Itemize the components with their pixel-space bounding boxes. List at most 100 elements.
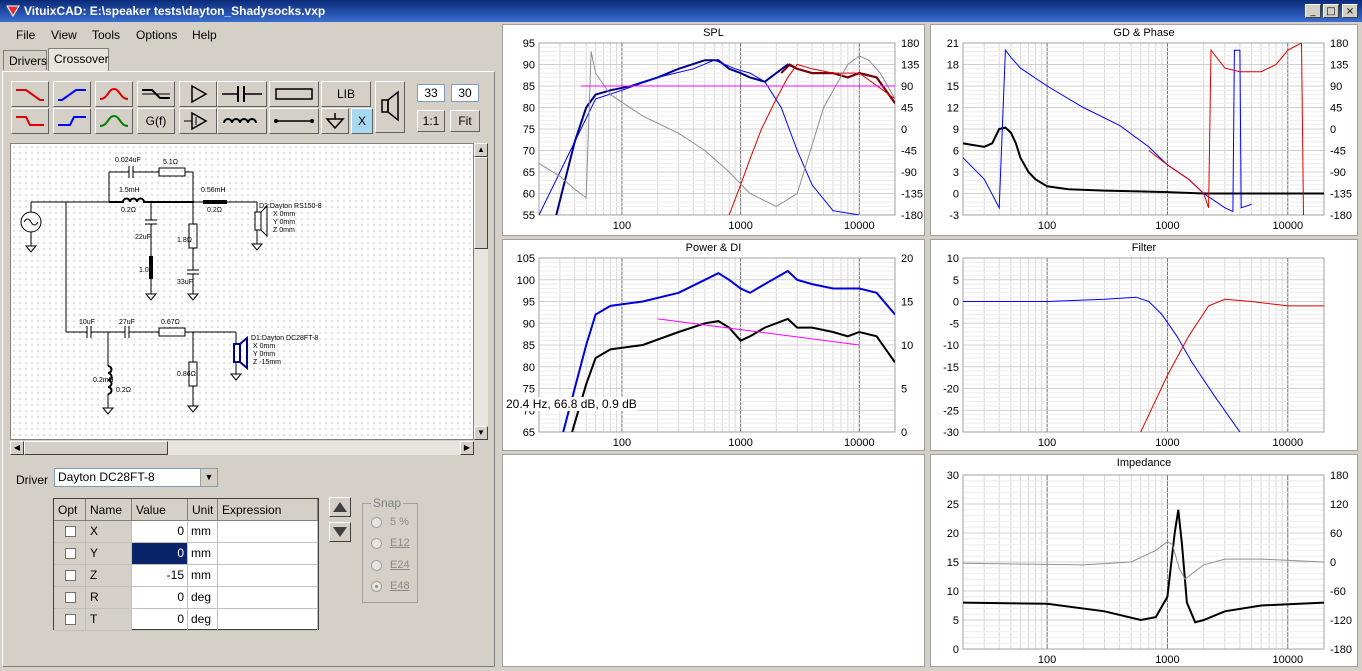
driver-button[interactable]	[375, 81, 405, 133]
row-opt-cell[interactable]	[54, 565, 86, 587]
filter-graph[interactable]: Filter 10 5 0 -5 -10 -15 -20 -25 -30 100 1000 10000	[930, 239, 1358, 451]
shelf-button[interactable]	[137, 81, 175, 107]
spl-graph[interactable]: SPL 95 90 85 80 75 70 65 60 55 180 135 90 45 0 -45 -90-…	[502, 24, 925, 236]
row-value-cell[interactable]: 0	[132, 587, 188, 609]
row-unit-cell[interactable]: mm	[188, 543, 218, 565]
y-tick-label: 18	[947, 60, 959, 72]
schematic-canvas[interactable]: 0.024uF 5.1Ω 1.5mH 0.2Ω 0.56mH 0.2Ω 22uF…	[10, 143, 474, 440]
opt-checkbox[interactable]	[65, 592, 76, 603]
y-tick-label: 15	[947, 81, 959, 93]
close-button[interactable]: ×	[1342, 4, 1358, 18]
row-value-cell[interactable]: 0	[132, 543, 188, 565]
schematic-vscrollbar[interactable]: ▲ ▼	[474, 143, 488, 440]
row-opt-cell[interactable]	[54, 609, 86, 631]
y-tick-label: 75	[523, 384, 535, 396]
scroll-right-icon[interactable]: ▶	[460, 441, 474, 455]
zoom-1to1-button[interactable]: 1:1	[417, 110, 445, 132]
row-value-cell[interactable]: 0	[132, 521, 188, 543]
minimize-button[interactable]: _	[1305, 4, 1321, 18]
snap-5pct-radio[interactable]	[371, 517, 382, 528]
library-button[interactable]: LIB	[321, 81, 371, 107]
zoom-fit-button[interactable]: Fit	[450, 110, 480, 132]
move-up-button[interactable]	[329, 497, 351, 517]
driver-select[interactable]: Dayton DC28FT-8 ▼	[54, 468, 218, 487]
transfer-function-button[interactable]: G(f)	[137, 108, 175, 134]
row-expression-cell[interactable]	[218, 587, 318, 609]
row-name-cell[interactable]: Z	[86, 565, 132, 587]
row-name-cell[interactable]: R	[86, 587, 132, 609]
row-unit-cell[interactable]: deg	[188, 609, 218, 631]
inductor-button[interactable]	[217, 108, 267, 134]
row-name-cell[interactable]: Y	[86, 543, 132, 565]
power-di-graph[interactable]: Power & DI 105 100 95 90 85 80 75 70 65 20 15 10 5 0 1…	[502, 239, 925, 451]
delete-button[interactable]: X	[351, 108, 373, 134]
x-tick-label: 10000	[844, 220, 875, 232]
row-name-cell[interactable]: X	[86, 521, 132, 543]
row-opt-cell[interactable]	[54, 587, 86, 609]
menu-options[interactable]: Options	[136, 28, 177, 42]
y2-tick-label: 20	[901, 253, 913, 265]
highpass-1st-icon	[58, 89, 86, 101]
row-expression-cell[interactable]	[218, 609, 318, 631]
amplifier-button[interactable]	[179, 108, 217, 134]
maximize-button[interactable]: □	[1323, 4, 1339, 18]
impedance-graph[interactable]: Impedance 30 25 20 15 10 5 0 180 120 60 0 -60 -120 -1…	[930, 454, 1358, 667]
chevron-down-icon[interactable]: ▼	[200, 469, 217, 486]
opt-checkbox[interactable]	[65, 570, 76, 581]
tab-drivers[interactable]: Drivers	[3, 50, 47, 70]
notch-button[interactable]	[95, 81, 133, 107]
opt-checkbox[interactable]	[65, 548, 76, 559]
arrow-up-icon	[333, 502, 347, 512]
highpass-2nd-button[interactable]	[53, 108, 91, 134]
snap-e12-radio[interactable]	[371, 538, 382, 549]
opt-checkbox[interactable]	[65, 526, 76, 537]
row-unit-cell[interactable]: mm	[188, 565, 218, 587]
bandpass-button[interactable]	[95, 108, 133, 134]
scroll-down-icon[interactable]: ▼	[474, 426, 488, 440]
schematic-hscrollbar[interactable]: ◀ ▶	[10, 441, 474, 455]
opt-checkbox[interactable]	[65, 614, 76, 625]
row-unit-cell[interactable]: mm	[188, 521, 218, 543]
app-icon	[6, 5, 20, 17]
scroll-up-icon[interactable]: ▲	[474, 143, 488, 157]
row-expression-cell[interactable]	[218, 543, 318, 565]
y2-tick-label: -90	[1330, 167, 1346, 179]
buffer-button[interactable]	[179, 81, 217, 107]
scroll-left-icon[interactable]: ◀	[10, 441, 24, 455]
row-value-cell[interactable]: 0	[132, 609, 188, 631]
move-down-button[interactable]	[329, 522, 351, 542]
label-d2-y: Y 0mm	[273, 219, 295, 226]
capacitor-button[interactable]	[217, 81, 267, 107]
lowpass-2nd-button[interactable]	[11, 108, 49, 134]
snap-e48-radio[interactable]	[371, 581, 382, 592]
tab-crossover[interactable]: Crossover	[48, 48, 109, 71]
row-expression-cell[interactable]	[218, 565, 318, 587]
row-opt-cell[interactable]	[54, 521, 86, 543]
gd-phase-plot: 21 18 15 12 9 6 3 0 -3 180 135 90 45 0 -45 -90 -135 -180 1…	[947, 38, 1352, 232]
zoom-height-input[interactable]: 30	[451, 84, 479, 102]
row-name-cell[interactable]: T	[86, 609, 132, 631]
zoom-width-input[interactable]: 33	[417, 84, 445, 102]
menu-tools[interactable]: Tools	[92, 28, 120, 42]
hscroll-thumb[interactable]	[24, 441, 168, 455]
ground-button[interactable]	[321, 108, 349, 134]
menu-view[interactable]: View	[51, 28, 77, 42]
row-expression-cell[interactable]	[218, 521, 318, 543]
lowpass-1st-button[interactable]	[11, 81, 49, 107]
row-opt-cell[interactable]	[54, 543, 86, 565]
row-value-cell[interactable]: -15	[132, 565, 188, 587]
y2-tick-label: 0	[901, 427, 907, 439]
gd-phase-graph[interactable]: GD & Phase 21 18 15 12 9 6 3 0 -3 180 135 90 45 0 -45-…	[930, 24, 1358, 236]
snap-e24-radio[interactable]	[371, 560, 382, 571]
row-unit-cell[interactable]: deg	[188, 587, 218, 609]
menu-help[interactable]: Help	[192, 28, 217, 42]
wire-button[interactable]	[269, 108, 319, 134]
vscroll-thumb[interactable]	[474, 157, 488, 249]
lowpass-2nd-icon	[16, 116, 44, 126]
series-line-0	[963, 509, 1324, 624]
y-tick-label: 95	[523, 38, 535, 50]
menu-file[interactable]: File	[16, 28, 35, 42]
y-tick-label: 90	[523, 60, 535, 72]
resistor-button[interactable]	[269, 81, 319, 107]
highpass-1st-button[interactable]	[53, 81, 91, 107]
